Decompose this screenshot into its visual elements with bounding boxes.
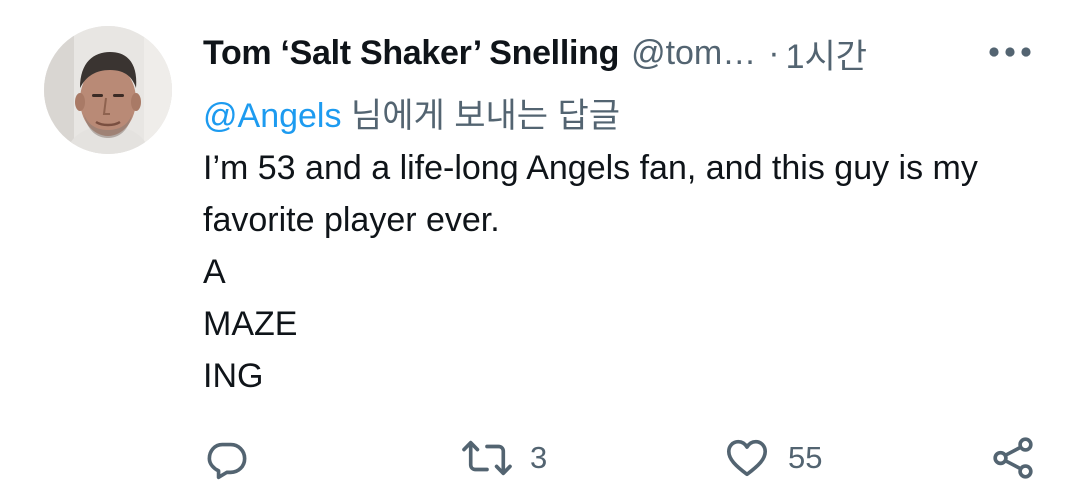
more-icon [989, 47, 1031, 57]
avatar[interactable] [44, 26, 172, 154]
user-handle[interactable]: @tom… [631, 34, 756, 73]
separator-dot: · [768, 33, 780, 72]
tweet-text-line: MAZE [203, 305, 298, 343]
tweet-text-line: ING [203, 357, 264, 395]
tweet-card[interactable]: Tom ‘Salt Shaker’ Snelling @tom… · 1시간 @… [0, 0, 1076, 503]
like-count: 55 [788, 440, 823, 475]
like-button[interactable]: 55 [724, 430, 822, 486]
reply-icon [207, 442, 247, 480]
share-icon [993, 437, 1033, 479]
retweet-button[interactable]: 3 [462, 430, 547, 486]
action-bar: 3 55 [0, 430, 1076, 486]
reply-context-label: 님에게 보내는 답글 [341, 97, 621, 135]
tweet-text: I’m 53 and a life-long Angels fan, and t… [203, 142, 1063, 402]
mention-link[interactable]: @Angels [203, 97, 341, 135]
share-button[interactable] [990, 430, 1036, 486]
more-options-button[interactable] [986, 32, 1034, 72]
display-name[interactable]: Tom ‘Salt Shaker’ Snelling [203, 34, 619, 73]
reply-context: @Angels 님에게 보내는 답글 [203, 88, 620, 137]
heart-icon [726, 439, 768, 477]
tweet-text-line: A [203, 253, 226, 291]
tweet-header: Tom ‘Salt Shaker’ Snelling @tom… · 1시간 [203, 30, 1043, 76]
retweet-icon [462, 440, 512, 476]
timestamp[interactable]: 1시간 [786, 29, 867, 78]
retweet-count: 3 [530, 440, 548, 475]
reply-button[interactable] [204, 430, 250, 486]
tweet-text-line: I’m 53 and a life-long Angels fan, and t… [203, 149, 978, 239]
